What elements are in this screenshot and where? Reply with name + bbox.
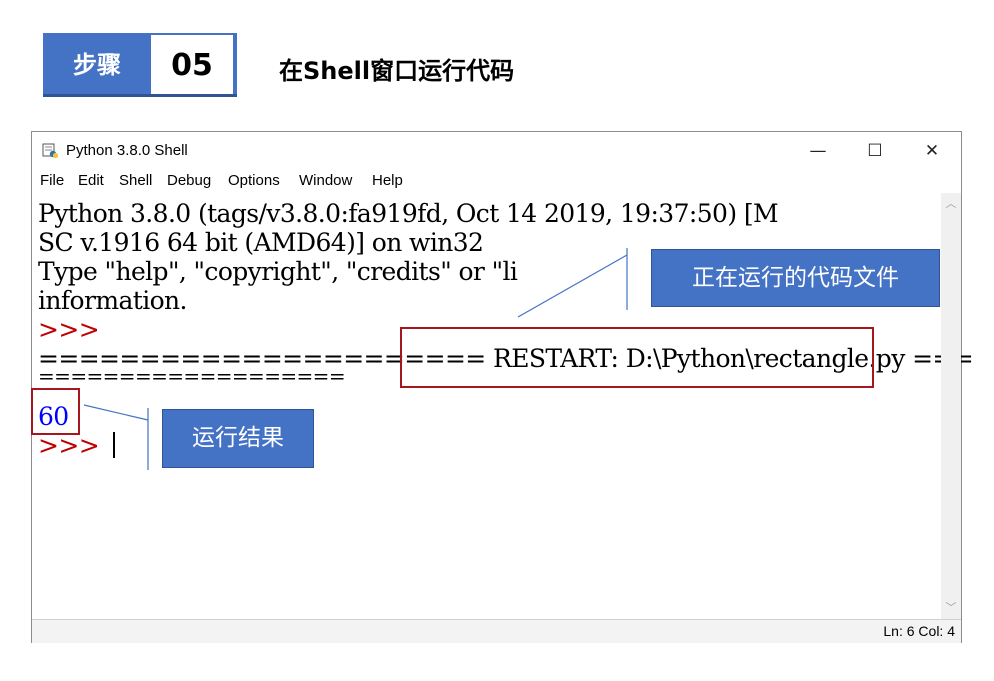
restart-highlight-box	[400, 327, 874, 388]
running-file-callout: 正在运行的代码文件	[651, 249, 940, 307]
result-callout: 运行结果	[162, 409, 314, 468]
output-highlight-box	[31, 388, 80, 435]
